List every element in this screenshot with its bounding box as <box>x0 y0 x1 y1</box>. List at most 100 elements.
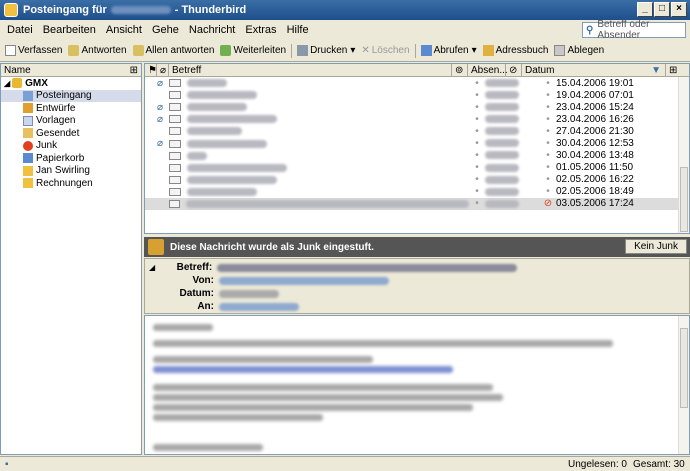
date-column-label: Datum <box>525 64 555 76</box>
menu-hilfe[interactable]: Hilfe <box>282 24 314 36</box>
delete-button[interactable]: ✕ Löschen <box>358 45 412 56</box>
sender-column-header[interactable]: Absen... <box>468 63 508 77</box>
read-dot-icon[interactable]: • <box>469 162 485 173</box>
body-text-redacted <box>153 444 263 451</box>
subject-cell <box>169 79 469 88</box>
not-junk-button[interactable]: Kein Junk <box>625 239 687 254</box>
read-dot-icon[interactable]: • <box>540 138 556 149</box>
read-dot-icon[interactable]: • <box>469 150 485 161</box>
collapse-icon[interactable]: ◢ <box>4 79 10 88</box>
trash-icon <box>23 153 33 164</box>
date-cell: 23.04.2006 16:26 <box>556 113 634 125</box>
message-row[interactable]: • • 01.05.2006 11:50 <box>145 162 689 174</box>
get-mail-button[interactable]: Abrufen ▾ <box>418 45 480 56</box>
scrollbar-thumb[interactable] <box>680 328 688 408</box>
message-row[interactable]: • • 02.05.2006 16:22 <box>145 174 689 186</box>
read-dot-icon[interactable]: • <box>469 186 485 197</box>
folder-gesendet[interactable]: Gesendet <box>1 127 141 140</box>
folder-vorlagen[interactable]: Vorlagen <box>1 115 141 128</box>
read-dot-icon[interactable]: • <box>469 174 485 185</box>
scrollbar-thumb[interactable] <box>680 167 688 232</box>
read-dot-icon[interactable]: • <box>469 198 485 209</box>
subject-column-header[interactable]: Betreff <box>169 63 452 77</box>
maximize-button[interactable]: □ <box>654 2 670 17</box>
column-picker-icon[interactable]: ⊞ <box>666 64 680 77</box>
junk-status-column-icon[interactable]: ⊘ <box>506 63 522 77</box>
menu-datei[interactable]: Datei <box>2 24 38 36</box>
read-dot-icon[interactable]: • <box>469 126 485 137</box>
minimize-button[interactable]: _ <box>637 2 653 17</box>
column-picker-icon[interactable]: ⊞ <box>130 65 138 76</box>
menu-gehe[interactable]: Gehe <box>147 24 184 36</box>
message-body-scrollbar[interactable] <box>678 316 689 454</box>
junk-icon[interactable]: ⊘ <box>540 198 556 209</box>
collapse-headers-icon[interactable]: ◢ <box>149 263 155 272</box>
message-list-scrollbar[interactable] <box>678 77 689 233</box>
read-dot-icon[interactable]: • <box>540 90 556 101</box>
message-row[interactable]: • • 27.04.2006 21:30 <box>145 125 689 137</box>
folder-pane: Name ⊞ ◢ GMX Posteingang Entwürfe Vorlag… <box>0 63 142 455</box>
sender-redacted <box>485 151 519 160</box>
to-label: An: <box>197 301 214 312</box>
read-dot-icon[interactable]: • <box>540 126 556 137</box>
read-dot-icon[interactable]: • <box>540 162 556 173</box>
folder-column-name[interactable]: Name <box>4 65 31 76</box>
read-dot-icon[interactable]: • <box>540 174 556 185</box>
folder-papierkorb[interactable]: Papierkorb <box>1 152 141 165</box>
read-dot-icon[interactable]: • <box>469 114 485 125</box>
address-book-button[interactable]: Adressbuch <box>480 45 552 56</box>
print-button[interactable]: Drucken ▾ <box>294 45 358 56</box>
reply-all-button[interactable]: Allen antworten <box>130 45 218 56</box>
thread-column-icon[interactable]: ⚑ <box>145 63 157 77</box>
folder-posteingang[interactable]: Posteingang <box>1 89 141 102</box>
date-column-header[interactable]: Datum ▼ <box>522 63 666 77</box>
folder-label: Entwürfe <box>36 102 76 114</box>
compose-button[interactable]: Verfassen <box>2 45 65 56</box>
menu-nachricht[interactable]: Nachricht <box>184 24 240 36</box>
forward-button[interactable]: Weiterleiten <box>217 45 289 56</box>
file-label: Ablegen <box>567 45 605 56</box>
folder-junk[interactable]: Junk <box>1 140 141 153</box>
message-row[interactable]: ⌀ • • 15.04.2006 19:01 <box>145 77 689 89</box>
read-dot-icon[interactable]: • <box>469 138 485 149</box>
read-column-icon[interactable]: ⊚ <box>452 63 468 77</box>
close-button[interactable]: × <box>671 2 687 17</box>
reply-button[interactable]: Antworten <box>65 45 129 56</box>
junk-notice-bar: Diese Nachricht wurde als Junk eingestuf… <box>144 237 690 257</box>
search-input[interactable]: ⚲ Betreff oder Absender <box>582 19 686 41</box>
read-dot-icon[interactable]: • <box>540 78 556 89</box>
read-dot-icon[interactable]: • <box>540 186 556 197</box>
body-link-redacted[interactable] <box>153 366 453 373</box>
account-gmx[interactable]: ◢ GMX <box>1 77 141 90</box>
read-dot-icon[interactable]: • <box>469 90 485 101</box>
read-dot-icon[interactable]: • <box>540 150 556 161</box>
paperclip-icon: ⌀ <box>157 113 164 125</box>
read-dot-icon[interactable]: • <box>540 102 556 113</box>
menu-bearbeiten[interactable]: Bearbeiten <box>38 24 101 36</box>
menu-extras[interactable]: Extras <box>240 24 281 36</box>
folder-rechnungen[interactable]: Rechnungen <box>1 177 141 190</box>
read-dot-icon[interactable]: • <box>469 78 485 89</box>
subject-cell <box>169 103 469 112</box>
sender-cell <box>485 174 540 185</box>
message-row[interactable]: • • 19.04.2006 07:01 <box>145 89 689 101</box>
message-row[interactable]: • ⊘ 03.05.2006 17:24 <box>145 197 689 211</box>
from-value-redacted[interactable] <box>219 276 389 285</box>
sender-redacted <box>485 115 519 124</box>
total-count: Gesamt: 30 <box>633 458 685 470</box>
message-row[interactable]: ⌀ • • 30.04.2006 12:53 <box>145 137 689 149</box>
read-dot-icon[interactable]: • <box>540 114 556 125</box>
file-button[interactable]: Ablegen <box>551 45 607 56</box>
read-dot-icon[interactable]: • <box>469 102 485 113</box>
message-row[interactable]: • • 30.04.2006 13:48 <box>145 150 689 162</box>
address-book-icon <box>482 45 494 56</box>
folder-jan-swirling[interactable]: Jan Swirling <box>1 165 141 178</box>
message-row[interactable]: ⌀ • • 23.04.2006 16:26 <box>145 113 689 125</box>
folder-entwuerfe[interactable]: Entwürfe <box>1 102 141 115</box>
message-row[interactable]: ⌀ • • 23.04.2006 15:24 <box>145 101 689 113</box>
menu-ansicht[interactable]: Ansicht <box>101 24 147 36</box>
online-status-icon[interactable]: ▪ <box>5 459 9 470</box>
message-row[interactable]: • • 02.05.2006 18:49 <box>145 186 689 198</box>
to-value-redacted[interactable] <box>219 302 299 311</box>
attachment-column-icon[interactable]: ⌀ <box>157 63 169 77</box>
